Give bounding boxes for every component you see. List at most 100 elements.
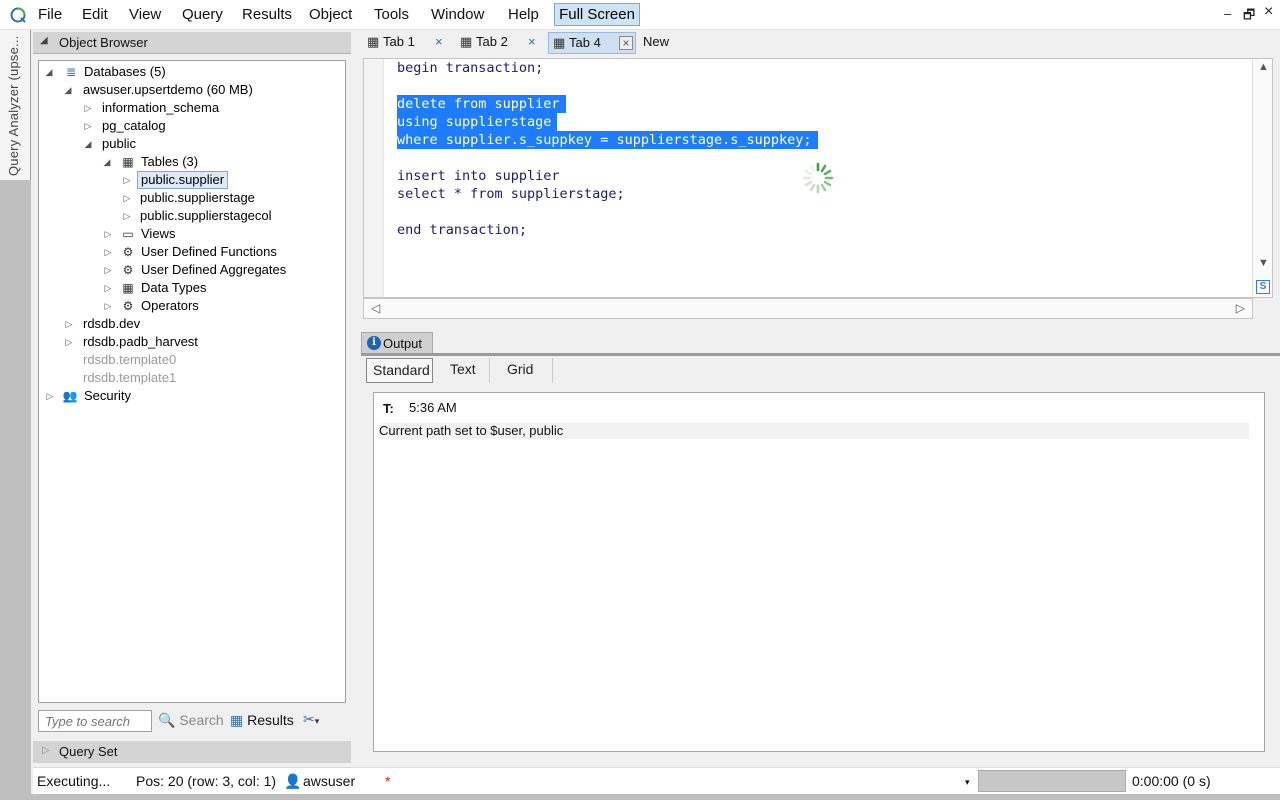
search-button[interactable]: 🔍 Search xyxy=(158,712,224,729)
expand-icon[interactable]: ▷ xyxy=(121,171,133,189)
view-icon: ▭ xyxy=(122,227,134,241)
table-icon: ▦ xyxy=(122,155,134,169)
close-icon[interactable]: × xyxy=(1264,3,1273,21)
tree-node-uda[interactable]: ▷ ⚙ User Defined Aggregates xyxy=(39,261,339,279)
query-set-title: Query Set xyxy=(59,744,118,759)
expand-icon[interactable]: ▷ xyxy=(42,745,50,756)
full-screen-button[interactable]: Full Screen xyxy=(554,3,640,26)
tree-node-public-supplierstagecol[interactable]: ▷ public.supplierstagecol xyxy=(39,207,339,225)
expand-icon[interactable]: ▷ xyxy=(44,387,56,405)
minimize-icon[interactable]: – xyxy=(1224,6,1231,21)
tab-new[interactable]: New xyxy=(625,32,685,54)
tab-grid[interactable]: Grid xyxy=(492,358,553,383)
expand-icon[interactable]: ▷ xyxy=(63,315,75,333)
tree-node-views[interactable]: ▷ ▭ Views xyxy=(39,225,339,243)
expand-icon[interactable]: ▷ xyxy=(102,279,114,297)
expand-icon[interactable]: ▷ xyxy=(102,297,114,315)
expand-icon[interactable]: ▷ xyxy=(63,333,75,351)
tab-4[interactable]: ▦ Tab 4 × xyxy=(548,32,636,54)
menu-query[interactable]: Query xyxy=(180,0,225,30)
menu-tools[interactable]: Tools xyxy=(372,0,411,30)
chevron-up-icon[interactable]: ▲ xyxy=(1258,61,1269,73)
results-button[interactable]: ▦ Results xyxy=(230,712,294,729)
tab-text[interactable]: Text xyxy=(436,358,490,383)
expand-icon[interactable]: ▷ xyxy=(102,261,114,279)
tree-node-public[interactable]: ◢ public xyxy=(39,135,339,153)
tree-node-rdsdb-template1[interactable]: rdsdb.template1 xyxy=(39,369,339,387)
expand-icon[interactable]: ▷ xyxy=(82,117,94,135)
tools-dropdown-button[interactable]: ✂▾ xyxy=(303,711,319,728)
tree-node-label: public xyxy=(102,136,136,151)
tree-node-rdsdb-padb-harvest[interactable]: ▷ rdsdb.padb_harvest xyxy=(39,333,339,351)
collapse-icon[interactable]: ◢ xyxy=(40,35,48,46)
chevron-down-icon[interactable]: ▾ xyxy=(965,777,970,788)
object-search-input[interactable] xyxy=(38,710,152,732)
chevron-down-icon: ▾ xyxy=(314,716,320,726)
menu-file[interactable]: File xyxy=(36,0,64,30)
query-analyzer-side-tab[interactable]: Query Analyzer (upse... xyxy=(0,30,31,180)
tree-node-rdsdb-template0[interactable]: rdsdb.template0 xyxy=(39,351,339,369)
table-icon: ▦ xyxy=(367,34,380,49)
chevron-left-icon[interactable]: ◁ xyxy=(371,301,380,315)
tree-node-udf[interactable]: ▷ ⚙ User Defined Functions xyxy=(39,243,339,261)
tab-label: Tab 1 xyxy=(383,34,415,49)
collapse-icon[interactable]: ◢ xyxy=(43,63,55,81)
editor-horizontal-scrollbar[interactable]: ◁ ▷ xyxy=(363,298,1253,319)
output-panel-tab[interactable]: i Output xyxy=(361,332,433,354)
tree-node-label: Operators xyxy=(141,298,199,313)
tree-node-label: pg_catalog xyxy=(102,118,166,133)
tree-node-tables[interactable]: ◢ ▦ Tables (3) xyxy=(39,153,339,171)
tab-standard[interactable]: Standard xyxy=(366,358,433,383)
expand-icon[interactable]: ▷ xyxy=(102,225,114,243)
menu-edit[interactable]: Edit xyxy=(80,0,110,30)
tree-node-label: Views xyxy=(141,226,176,241)
menu-bar: File Edit View Query Results Object Tool… xyxy=(0,0,1280,30)
tab-1[interactable]: ▦ Tab 1 × xyxy=(363,32,451,54)
menu-view[interactable]: View xyxy=(127,0,163,30)
status-user: awsuser xyxy=(303,773,356,789)
tree-node-upsertdemo[interactable]: ◢ awsuser.upsertdemo (60 MB) xyxy=(39,81,339,99)
editor-vertical-scrollbar[interactable]: ▲ ▼ S xyxy=(1252,59,1272,297)
tree-node-label: public.supplier xyxy=(137,171,229,189)
chevron-down-icon[interactable]: ▼ xyxy=(1258,257,1269,269)
tree-node-databases[interactable]: ◢ ≣ Databases (5) xyxy=(39,63,339,81)
tree-node-security[interactable]: ▷ 👥 Security xyxy=(39,387,339,405)
info-icon: i xyxy=(367,336,381,350)
close-icon[interactable]: × xyxy=(435,32,443,52)
snippet-icon[interactable]: S xyxy=(1256,280,1270,294)
tree-node-public-supplier[interactable]: ▷ public.supplier xyxy=(39,171,339,189)
restore-icon[interactable]: 🗗 xyxy=(1243,6,1255,28)
tree-node-public-supplierstage[interactable]: ▷ public.supplierstage xyxy=(39,189,339,207)
collapse-icon[interactable]: ◢ xyxy=(82,135,94,153)
expand-icon[interactable]: ▷ xyxy=(82,99,94,117)
collapse-icon[interactable]: ◢ xyxy=(101,153,113,171)
tree-node-operators[interactable]: ▷ ⚙ Operators xyxy=(39,297,339,315)
results-button-label: Results xyxy=(247,712,294,728)
close-icon[interactable]: × xyxy=(528,32,536,52)
tab-label: Tab 4 xyxy=(569,35,601,50)
tree-node-pg-catalog[interactable]: ▷ pg_catalog xyxy=(39,117,339,135)
menu-window[interactable]: Window xyxy=(429,0,486,30)
expand-icon[interactable]: ▷ xyxy=(121,189,133,207)
tab-2[interactable]: ▦ Tab 2 × xyxy=(456,32,544,54)
users-icon: 👥 xyxy=(62,389,78,403)
menu-object[interactable]: Object xyxy=(307,0,354,30)
menu-help[interactable]: Help xyxy=(506,0,541,30)
collapse-icon[interactable]: ◢ xyxy=(62,81,74,99)
tree-node-data-types[interactable]: ▷ ▦ Data Types xyxy=(39,279,339,297)
status-bar: Executing... Pos: 20 (row: 3, col: 1) 👤 … xyxy=(33,767,1280,794)
tree-node-information-schema[interactable]: ▷ information_schema xyxy=(39,99,339,117)
database-icon: ≣ xyxy=(65,65,77,79)
query-set-header[interactable]: ▷ Query Set xyxy=(33,741,351,763)
chevron-right-icon[interactable]: ▷ xyxy=(1236,301,1245,315)
tree-node-label: information_schema xyxy=(102,100,220,115)
code-line: begin transaction; xyxy=(397,60,544,76)
gear-icon: ⚙ xyxy=(122,245,134,259)
expand-icon[interactable]: ▷ xyxy=(102,243,114,261)
tree-node-rdsdb-dev[interactable]: ▷ rdsdb.dev xyxy=(39,315,339,333)
menu-results[interactable]: Results xyxy=(240,0,294,30)
object-browser-header[interactable]: ◢ Object Browser xyxy=(33,32,351,54)
expand-icon[interactable]: ▷ xyxy=(121,207,133,225)
code-line-selected: where supplier.s_suppkey = supplierstage… xyxy=(397,131,818,149)
search-icon: 🔍 xyxy=(158,712,176,728)
